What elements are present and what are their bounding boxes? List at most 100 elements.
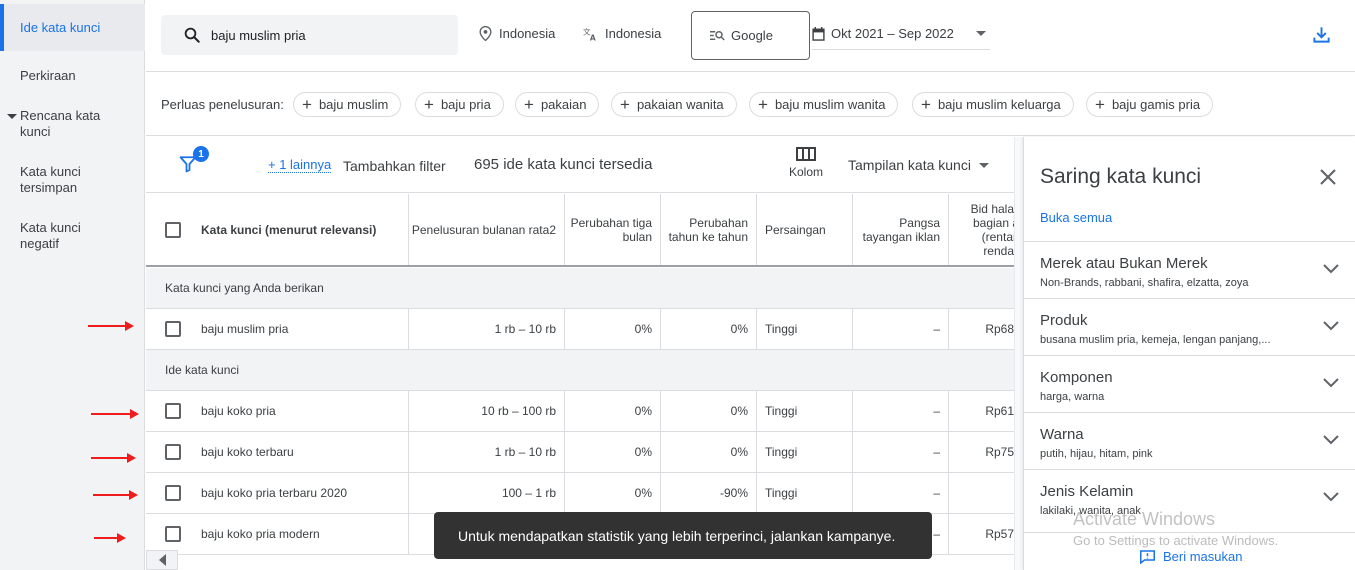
annotation-arrow (88, 321, 134, 331)
panel-title: Saring kata kunci (1040, 165, 1202, 188)
share-cell: – (853, 391, 949, 431)
bid-cell: Rp61 (985, 404, 1014, 418)
yoy-cell: 0% (661, 391, 757, 431)
yoy-cell: 0% (661, 432, 757, 472)
three-month-cell: 0% (565, 391, 661, 431)
sidebar-item-kata-kunci-tersimpan[interactable]: Kata kunci tersimpan (0, 164, 110, 196)
header-yoy-change[interactable]: Perubahan tahun ke tahun (661, 194, 757, 265)
keyword-cell: baju koko pria terbaru 2020 (146, 473, 409, 513)
view-selector[interactable]: Tampilan kata kunci (848, 157, 989, 173)
facet-title: Produk (1040, 312, 1088, 329)
annotation-arrow (94, 533, 126, 543)
bid-cell: Rp68 (985, 322, 1014, 336)
competition-cell: Tinggi (757, 309, 853, 349)
search-input[interactable] (211, 27, 431, 43)
location-pin-icon (479, 26, 492, 41)
searches-cell: 100 – 1 rb (409, 473, 565, 513)
table-scrollbar[interactable] (1014, 137, 1023, 570)
searches-cell: 10 rb – 100 rb (409, 391, 565, 431)
table-row[interactable]: baju koko pria 10 rb – 100 rb 0% 0% Ting… (146, 391, 1014, 432)
share-cell: – (853, 432, 949, 472)
table-row[interactable]: baju koko terbaru 1 rb – 10 rb 0% 0% Tin… (146, 432, 1014, 473)
sidebar-item-ide-kata-kunci[interactable]: Ide kata kunci (0, 4, 145, 51)
searches-cell: 1 rb – 10 rb (409, 309, 565, 349)
facet-component[interactable]: Komponen harga, warna (1024, 355, 1355, 412)
three-month-cell: 0% (565, 432, 661, 472)
keyword-cell: baju koko pria modern (146, 514, 409, 554)
chip-baju-muslim-keluarga[interactable]: + baju muslim keluarga (912, 92, 1074, 117)
keyword-count-text: 695 ide kata kunci tersedia (474, 156, 653, 173)
plus-icon: + (1095, 95, 1105, 114)
competition-cell: Tinggi (757, 391, 853, 431)
keyword-cell: baju muslim pria (146, 309, 409, 349)
toast-message: Untuk mendapatkan statistik yang lebih t… (434, 512, 932, 559)
plus-icon: + (921, 95, 931, 114)
caret-down-icon (978, 162, 989, 168)
row-checkbox[interactable] (165, 444, 181, 460)
header-competition[interactable]: Persaingan (757, 194, 853, 265)
header-avg-searches[interactable]: Penelusuran bulanan rata2 (409, 194, 565, 265)
plus-icon: + (524, 95, 534, 114)
header-keyword-column[interactable]: Kata kunci (menurut relevansi) (146, 194, 409, 265)
network-selector[interactable]: Google (691, 11, 810, 60)
sidebar-item-kata-kunci-negatif[interactable]: Kata kunci negatif (0, 220, 110, 252)
location-selector[interactable]: Indonesia (479, 26, 555, 41)
plus-icon: + (620, 95, 630, 114)
facet-color[interactable]: Warna putih, hijau, hitam, pink (1024, 412, 1355, 469)
language-selector[interactable]: 文A Indonesia (583, 26, 661, 41)
chevron-down-icon (1323, 321, 1339, 331)
row-checkbox[interactable] (165, 485, 181, 501)
select-all-checkbox[interactable] (165, 221, 181, 238)
header-impression-share[interactable]: Pangsa tayangan iklan (853, 194, 949, 265)
view-label: Tampilan kata kunci (848, 157, 971, 173)
facet-title: Komponen (1040, 369, 1113, 386)
columns-button[interactable]: Kolom (786, 147, 826, 179)
chip-baju-gamis-pria[interactable]: + baju gamis pria (1086, 92, 1214, 117)
bid-cell: Rp57 (985, 527, 1014, 541)
chip-label: baju pria (440, 97, 491, 112)
row-checkbox[interactable] (165, 403, 181, 419)
row-checkbox[interactable] (165, 526, 181, 542)
three-month-cell: 0% (565, 309, 661, 349)
facet-brand[interactable]: Merek atau Bukan Merek Non-Brands, rabba… (1024, 241, 1355, 298)
search-box[interactable] (161, 15, 458, 55)
chip-baju-pria[interactable]: + baju pria (415, 92, 504, 117)
chip-pakaian[interactable]: + pakaian (515, 92, 600, 117)
top-header: Indonesia 文A Indonesia Google Okt 2021 –… (146, 0, 1355, 72)
keyword-cell: baju koko terbaru (146, 432, 409, 472)
chip-baju-muslim-wanita[interactable]: + baju muslim wanita (749, 92, 899, 117)
location-label: Indonesia (499, 26, 556, 41)
add-filter-button[interactable]: Tambahkan filter (343, 158, 446, 174)
sidebar-item-label: Rencana kata kunci (20, 108, 101, 139)
filter-panel: Saring kata kunci Buka semua Merek atau … (1023, 137, 1355, 570)
sidebar-item-rencana-kata-kunci[interactable]: Rencana kata kunci (0, 108, 120, 140)
table-row[interactable]: baju koko pria terbaru 2020 100 – 1 rb 0… (146, 473, 1014, 514)
chip-pakaian-wanita[interactable]: + pakaian wanita (611, 92, 737, 117)
header-bid-low[interactable]: Bid halaman bagian atas (rentang rendah) (949, 194, 1014, 265)
chip-label: baju muslim keluarga (937, 97, 1061, 112)
share-cell: – (853, 473, 949, 513)
sidebar-item-perkiraan[interactable]: Perkiraan (0, 68, 145, 84)
searches-cell: 1 rb – 10 rb (409, 432, 565, 472)
expand-all-link[interactable]: Buka semua (1040, 210, 1112, 225)
chip-label: baju gamis pria (1111, 97, 1201, 112)
feedback-icon (1140, 549, 1155, 564)
chip-baju-muslim[interactable]: + baju muslim (293, 92, 402, 117)
scroll-left-button[interactable] (146, 550, 178, 570)
table-header: Kata kunci (menurut relevansi) Penelusur… (146, 194, 1014, 267)
date-range-selector[interactable]: Okt 2021 – Sep 2022 (812, 18, 990, 50)
filter-count-badge: 1 (193, 146, 209, 162)
facet-subtitle: harga, warna (1040, 391, 1105, 403)
facet-product[interactable]: Produk busana muslim pria, kemeja, lenga… (1024, 298, 1355, 355)
feedback-button[interactable]: Beri masukan (1140, 549, 1242, 564)
table-row[interactable]: baju muslim pria 1 rb – 10 rb 0% 0% Ting… (146, 309, 1014, 350)
yoy-cell: 0% (661, 309, 757, 349)
keyword-text: baju koko pria (201, 404, 276, 418)
more-filters-link[interactable]: + 1 lainnya (268, 158, 332, 173)
download-button[interactable] (1312, 25, 1331, 47)
header-three-month-change[interactable]: Perubahan tiga bulan (565, 194, 661, 265)
row-checkbox[interactable] (165, 321, 181, 337)
caret-down-icon (7, 114, 17, 119)
broaden-search-row: Perluas penelusuran: + baju muslim + baju … (146, 73, 1355, 136)
close-panel-button[interactable] (1320, 169, 1336, 188)
